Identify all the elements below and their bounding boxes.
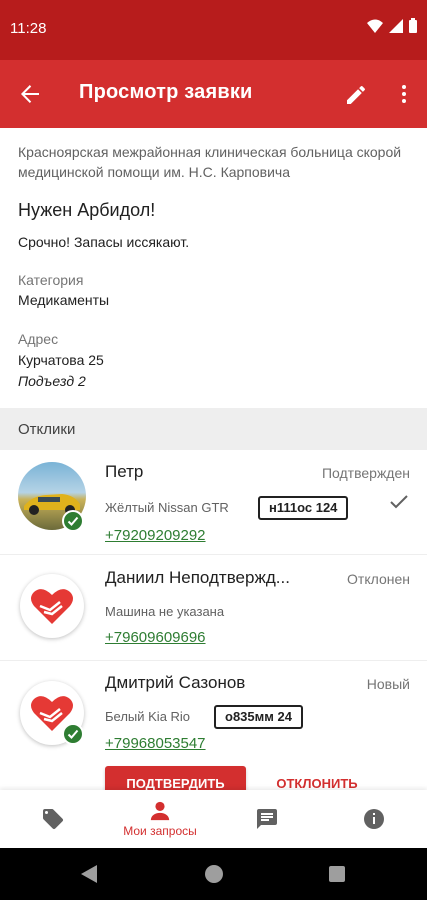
nav-item-chat[interactable] bbox=[214, 790, 320, 848]
battery-icon bbox=[409, 18, 417, 33]
nav-item-my-requests[interactable]: Мои запросы bbox=[107, 790, 213, 848]
response-item[interactable]: Петр Подтвержден Жёлтый Nissan GTR н111о… bbox=[0, 450, 427, 555]
request-content: Красноярская межрайонная клиническая бол… bbox=[0, 128, 427, 790]
responder-name: Петр bbox=[105, 462, 144, 481]
nav-item-info[interactable] bbox=[321, 790, 427, 848]
edit-button[interactable] bbox=[344, 83, 368, 107]
nav-label-my-requests: Мои запросы bbox=[123, 824, 197, 838]
organization-name: Красноярская межрайонная клиническая бол… bbox=[18, 144, 402, 180]
app-bar: Просмотр заявки bbox=[0, 60, 427, 128]
more-vert-icon bbox=[402, 85, 406, 103]
response-item[interactable]: Даниил Неподтвержд... Отклонен Машина не… bbox=[0, 556, 427, 661]
chat-icon bbox=[257, 809, 277, 829]
phone-link[interactable]: +79209209292 bbox=[105, 527, 206, 544]
responder-name: Даниил Неподтвержд... bbox=[105, 568, 290, 587]
confirmed-check-icon bbox=[389, 494, 409, 515]
check-icon bbox=[67, 729, 79, 739]
bottom-navigation: Мои запросы bbox=[0, 790, 427, 848]
system-navigation-bar bbox=[0, 848, 427, 900]
responses-header: Отклики bbox=[0, 408, 427, 450]
nav-item-tags[interactable] bbox=[0, 790, 106, 848]
category-label: Категория bbox=[18, 272, 84, 288]
system-recents-icon[interactable] bbox=[329, 866, 345, 882]
license-plate: н111ос 124 bbox=[258, 496, 349, 520]
license-plate: о835мм 24 bbox=[214, 705, 303, 729]
request-description: Срочно! Запасы иссякают. bbox=[18, 234, 190, 250]
arrow-back-icon bbox=[21, 85, 39, 103]
verified-badge bbox=[62, 723, 84, 745]
confirm-button[interactable]: ПОДТВЕРДИТЬ bbox=[105, 766, 246, 790]
wifi-icon bbox=[367, 19, 383, 33]
status-time: 11:28 bbox=[10, 20, 47, 37]
status-icons bbox=[367, 18, 417, 33]
address-value: Курчатова 25 bbox=[18, 352, 104, 368]
response-status: Отклонен bbox=[347, 571, 410, 587]
reject-button[interactable]: ОТКЛОНИТЬ bbox=[262, 766, 372, 790]
system-back-icon[interactable] bbox=[81, 865, 97, 883]
responder-name: Дмитрий Сазонов bbox=[105, 673, 246, 692]
check-icon bbox=[67, 516, 79, 526]
page-title: Просмотр заявки bbox=[79, 81, 253, 103]
phone-link[interactable]: +79609609696 bbox=[105, 629, 206, 646]
car-info: Белый Kia Rio bbox=[105, 709, 191, 724]
car-info: Машина не указана bbox=[105, 604, 225, 619]
signal-icon bbox=[389, 18, 403, 33]
response-item[interactable]: Дмитрий Сазонов Новый Белый Kia Rio о835… bbox=[0, 661, 427, 790]
person-icon bbox=[150, 801, 170, 821]
pencil-icon bbox=[347, 85, 366, 104]
car-info: Жёлтый Nissan GTR bbox=[105, 500, 229, 515]
info-icon bbox=[364, 809, 384, 829]
heart-hands-icon bbox=[31, 589, 73, 624]
address-note: Подъезд 2 bbox=[18, 373, 86, 389]
responses-header-label: Отклики bbox=[18, 421, 76, 438]
back-button[interactable] bbox=[16, 80, 44, 108]
response-status: Новый bbox=[366, 676, 410, 692]
phone-link[interactable]: +79968053547 bbox=[105, 735, 206, 752]
category-value: Медикаменты bbox=[18, 292, 110, 308]
verified-badge bbox=[62, 510, 84, 532]
address-label: Адрес bbox=[18, 331, 59, 347]
request-title: Нужен Арбидол! bbox=[18, 200, 156, 220]
tag-icon bbox=[43, 809, 63, 830]
avatar bbox=[20, 574, 84, 638]
status-bar: 11:28 bbox=[0, 0, 427, 60]
response-status: Подтвержден bbox=[321, 465, 410, 481]
more-options-button[interactable] bbox=[392, 82, 416, 106]
system-home-icon[interactable] bbox=[205, 865, 223, 883]
